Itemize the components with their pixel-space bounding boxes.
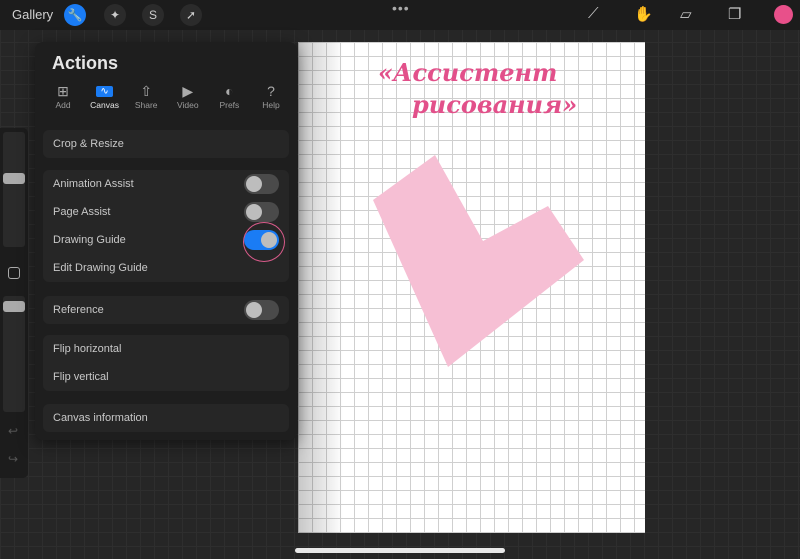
item-label: Flip vertical xyxy=(53,371,109,383)
home-indicator[interactable] xyxy=(295,548,505,553)
tab-label: Add xyxy=(55,100,71,110)
tab-label: Canvas xyxy=(90,100,119,110)
item-label: Flip horizontal xyxy=(53,343,122,355)
play-icon: ▶ xyxy=(182,82,194,99)
item-label: Edit Drawing Guide xyxy=(53,262,148,274)
item-label: Animation Assist xyxy=(53,178,134,190)
flip-horizontal-item[interactable]: Flip horizontal xyxy=(43,335,289,363)
crop-resize-item[interactable]: Crop & Resize xyxy=(43,130,289,158)
toggle-icon: ◐ xyxy=(225,83,234,99)
tab-label: Share xyxy=(134,100,158,110)
item-label: Reference xyxy=(53,304,104,316)
tab-help[interactable]: ? Help xyxy=(251,82,291,110)
handwritten-title-line2: рисования» xyxy=(412,90,578,119)
reference-toggle[interactable] xyxy=(244,300,279,320)
item-label: Canvas information xyxy=(53,412,148,424)
item-label: Crop & Resize xyxy=(53,138,124,150)
add-layer-icon: ⊞ xyxy=(57,82,69,99)
animation-assist-item: Animation Assist xyxy=(43,170,289,198)
reference-item: Reference xyxy=(43,296,289,324)
tab-add[interactable]: ⊞ Add xyxy=(43,82,83,111)
highlight-circle xyxy=(243,222,285,262)
panel-title: Actions xyxy=(52,53,119,73)
tab-label: Prefs xyxy=(219,100,240,110)
tab-share[interactable]: ⇧ Share xyxy=(126,82,166,111)
animation-assist-toggle[interactable] xyxy=(244,174,279,194)
page-assist-item: Page Assist xyxy=(43,198,289,226)
item-label: Drawing Guide xyxy=(53,234,126,246)
panel-shadow xyxy=(298,42,343,533)
canvas-icon: ∿ xyxy=(85,82,125,100)
tab-prefs[interactable]: ◐ Prefs xyxy=(209,82,249,110)
help-icon: ? xyxy=(267,83,275,99)
handwritten-title-line1: «Ассистент xyxy=(378,58,558,87)
flip-vertical-item[interactable]: Flip vertical xyxy=(43,363,289,391)
share-icon: ⇧ xyxy=(140,82,153,99)
canvas-information-item[interactable]: Canvas information xyxy=(43,404,289,432)
item-label: Page Assist xyxy=(53,206,111,218)
tab-canvas[interactable]: ∿ Canvas xyxy=(85,82,125,110)
tab-label: Help xyxy=(262,100,280,110)
tab-label: Video xyxy=(176,100,199,110)
tab-video[interactable]: ▶ Video xyxy=(168,82,208,111)
page-assist-toggle[interactable] xyxy=(244,202,279,222)
